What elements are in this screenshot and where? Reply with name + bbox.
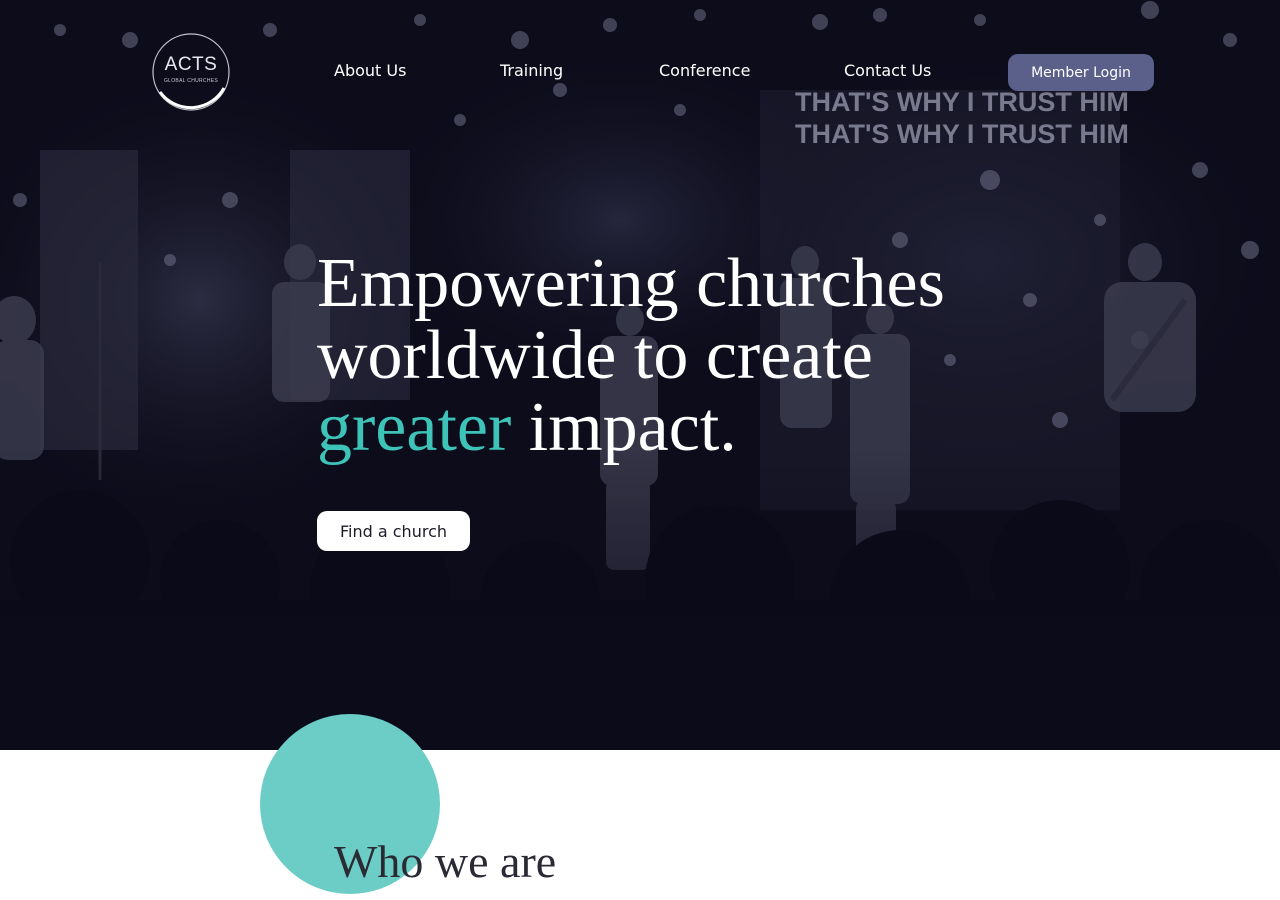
hero-title-accent: greater (317, 389, 512, 466)
nav-conference[interactable]: Conference (659, 61, 750, 80)
nav-about-us[interactable]: About Us (334, 61, 406, 80)
who-we-are-heading: Who we are (334, 836, 557, 887)
hero-section: THAT'S WHY I TRUST HIM THAT'S WHY I TRUS… (0, 0, 1280, 750)
nav-contact-us[interactable]: Contact Us (844, 61, 931, 80)
hero-title: Empowering churches worldwide to create … (317, 248, 1037, 464)
hero-title-line2: worldwide to create (317, 317, 873, 394)
find-church-button[interactable]: Find a church (317, 511, 470, 551)
logo-name: ACTS (164, 54, 218, 75)
nav-training[interactable]: Training (500, 61, 563, 80)
member-login-button[interactable]: Member Login (1008, 54, 1154, 91)
hero-title-line1: Empowering churches (317, 245, 945, 322)
acts-logo[interactable]: ACTS GLOBAL CHURCHES (150, 30, 232, 114)
logo-subtitle: GLOBAL CHURCHES (163, 78, 219, 84)
hero-title-end: impact. (511, 389, 737, 466)
site-header: ACTS GLOBAL CHURCHES About Us Training C… (0, 0, 1280, 140)
